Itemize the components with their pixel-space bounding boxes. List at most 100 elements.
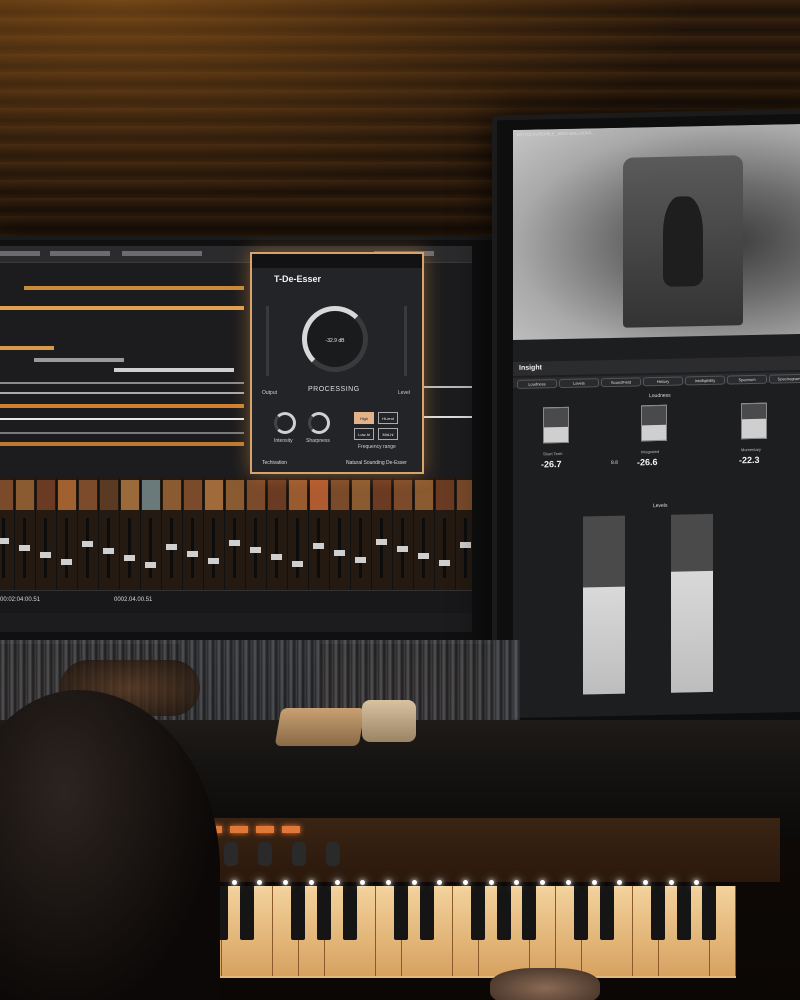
intensity-knob[interactable] <box>274 412 296 434</box>
drum-pad[interactable] <box>230 826 248 833</box>
fader-cap[interactable] <box>376 539 387 545</box>
fader-cap[interactable] <box>250 547 261 553</box>
track-clip[interactable] <box>24 286 244 290</box>
mixer-channel[interactable] <box>183 478 204 590</box>
fader-cap[interactable] <box>292 561 303 567</box>
mixer-channel[interactable] <box>204 478 225 590</box>
fader-cap[interactable] <box>271 554 282 560</box>
mixer-channel[interactable] <box>120 478 141 590</box>
level-slider[interactable] <box>404 306 407 376</box>
sharpness-knob[interactable] <box>308 412 330 434</box>
track-clip[interactable] <box>0 346 54 350</box>
channel-fader[interactable] <box>2 518 5 578</box>
fader-cap[interactable] <box>439 560 450 566</box>
black-key[interactable] <box>291 886 306 940</box>
mixer-channel[interactable] <box>141 478 162 590</box>
mixer-channel[interactable] <box>225 478 246 590</box>
mixer-channel[interactable] <box>351 478 372 590</box>
insight-tab[interactable]: Loudness <box>517 379 557 389</box>
black-key[interactable] <box>419 886 434 940</box>
track-clip[interactable] <box>0 392 244 394</box>
mixer-channel[interactable] <box>36 478 57 590</box>
channel-fader[interactable] <box>212 518 215 578</box>
channel-fader[interactable] <box>128 518 131 578</box>
low-hi-button[interactable]: Low-hi <box>354 428 374 440</box>
mixer-channel[interactable] <box>0 478 15 590</box>
fader-cap[interactable] <box>19 545 30 551</box>
black-key[interactable] <box>676 886 691 940</box>
channel-fader[interactable] <box>443 518 446 578</box>
hi-end-button[interactable]: Hi-end <box>378 412 398 424</box>
black-key[interactable] <box>496 886 511 940</box>
channel-fader[interactable] <box>464 518 467 578</box>
fader-cap[interactable] <box>418 553 429 559</box>
fader-cap[interactable] <box>61 559 72 565</box>
black-key[interactable] <box>342 886 357 940</box>
control-knob[interactable] <box>258 842 272 866</box>
high-button[interactable]: High <box>354 412 374 424</box>
black-key[interactable] <box>702 886 717 940</box>
channel-fader[interactable] <box>296 518 299 578</box>
drum-pad[interactable] <box>282 826 300 833</box>
mixer-channel[interactable] <box>267 478 288 590</box>
track-clip[interactable] <box>0 442 244 446</box>
channel-fader[interactable] <box>149 518 152 578</box>
fader-cap[interactable] <box>208 558 219 564</box>
channel-fader[interactable] <box>275 518 278 578</box>
insight-tab[interactable]: Intelligibility <box>685 375 725 386</box>
fader-cap[interactable] <box>460 542 471 548</box>
channel-fader[interactable] <box>380 518 383 578</box>
insight-tab[interactable]: Spectrum <box>727 374 767 385</box>
black-key[interactable] <box>599 886 614 940</box>
black-key[interactable] <box>316 886 331 940</box>
insight-tab[interactable]: History <box>643 376 683 387</box>
mixer-channel[interactable] <box>435 478 456 590</box>
control-knob[interactable] <box>292 842 306 866</box>
track-clip[interactable] <box>0 306 244 310</box>
fader-cap[interactable] <box>82 541 93 547</box>
fader-cap[interactable] <box>124 555 135 561</box>
mixer-channel[interactable] <box>393 478 414 590</box>
mixer-channel[interactable] <box>309 478 330 590</box>
fader-cap[interactable] <box>187 551 198 557</box>
track-clip[interactable] <box>0 404 244 408</box>
drum-pad[interactable] <box>256 826 274 833</box>
channel-fader[interactable] <box>233 518 236 578</box>
mixer-channel[interactable] <box>99 478 120 590</box>
track-clip[interactable] <box>114 368 234 372</box>
fader-cap[interactable] <box>355 557 366 563</box>
fader-cap[interactable] <box>397 546 408 552</box>
black-key[interactable] <box>522 886 537 940</box>
mid-hi-button[interactable]: Mid-hi <box>378 428 398 440</box>
control-knob[interactable] <box>224 842 238 866</box>
channel-fader[interactable] <box>359 518 362 578</box>
fader-cap[interactable] <box>229 540 240 546</box>
channel-fader[interactable] <box>44 518 47 578</box>
mixer-channel[interactable] <box>288 478 309 590</box>
mixer-channel[interactable] <box>330 478 351 590</box>
fader-cap[interactable] <box>103 548 114 554</box>
fader-cap[interactable] <box>313 543 324 549</box>
fader-cap[interactable] <box>40 552 51 558</box>
insight-tab[interactable]: Levels <box>559 378 599 389</box>
mixer-channel[interactable] <box>57 478 78 590</box>
track-clip[interactable] <box>0 418 244 420</box>
de-esser-plugin[interactable]: T-De-Esser Output Level -32.9 dB PROCESS… <box>250 252 424 474</box>
mixer-channel[interactable] <box>78 478 99 590</box>
mixer-channel[interactable] <box>414 478 435 590</box>
black-key[interactable] <box>471 886 485 940</box>
fader-cap[interactable] <box>334 550 345 556</box>
track-clip[interactable] <box>0 432 244 434</box>
black-key[interactable] <box>239 886 254 940</box>
mixer-channel[interactable] <box>456 478 472 590</box>
track-clip[interactable] <box>0 382 244 384</box>
fader-cap[interactable] <box>0 538 9 544</box>
mixer-channel[interactable] <box>372 478 393 590</box>
mixer-channel[interactable] <box>246 478 267 590</box>
output-slider[interactable] <box>266 306 269 376</box>
fader-cap[interactable] <box>145 562 156 568</box>
channel-fader[interactable] <box>338 518 341 578</box>
black-key[interactable] <box>393 886 408 940</box>
channel-fader[interactable] <box>65 518 68 578</box>
track-clip[interactable] <box>34 358 124 362</box>
